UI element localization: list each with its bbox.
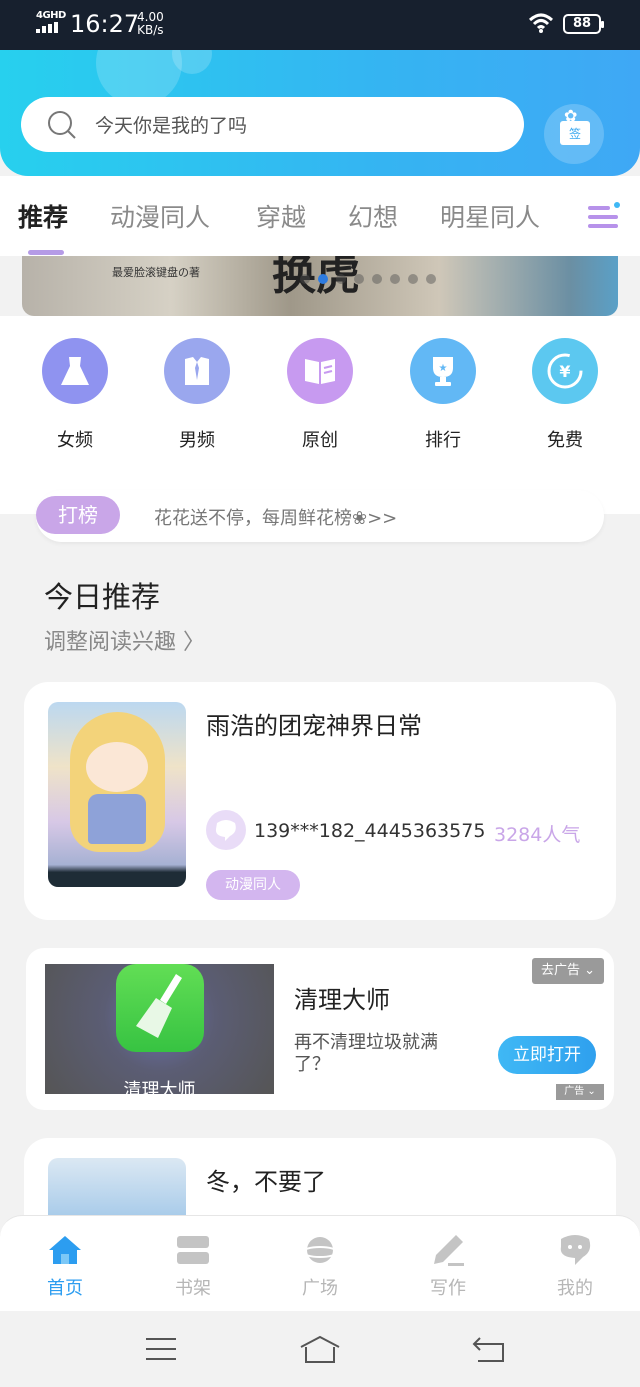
category-male[interactable]: 男频: [147, 338, 247, 452]
category-label: 免费: [547, 430, 583, 451]
search-bar[interactable]: 今天你是我的了吗: [21, 97, 524, 152]
nav-label: 广场: [302, 1278, 338, 1299]
category-label: 排行: [425, 430, 461, 451]
carousel-dot: [336, 274, 346, 284]
category-tabs: 推荐 动漫同人 穿越 幻想 明星同人: [0, 176, 640, 256]
carousel-dot: [372, 274, 382, 284]
banner-caption: 最爱脸滚键盘の著: [112, 266, 200, 279]
ad-title: 清理大师: [294, 986, 390, 1014]
book-title: 雨浩的团宠神界日常: [206, 712, 422, 740]
open-now-button[interactable]: 立即打开: [498, 1036, 596, 1074]
gift-icon: 签: [560, 121, 590, 145]
bookshelf-icon: [148, 1232, 238, 1268]
status-bar: 4GHD 16:27 4.00 KB/s 88: [0, 0, 640, 50]
carousel-dot: [426, 274, 436, 284]
carousel-dot: [390, 274, 400, 284]
menu-icon[interactable]: [588, 202, 622, 232]
clock: 16:27: [70, 10, 140, 38]
carousel-dot: [300, 274, 310, 284]
nav-label: 书架: [175, 1278, 211, 1299]
nav-label: 我的: [557, 1278, 593, 1299]
nav-home[interactable]: 首页: [20, 1232, 110, 1300]
nav-label: 写作: [430, 1278, 466, 1299]
nav-write[interactable]: 写作: [403, 1232, 493, 1300]
nav-square[interactable]: 广场: [275, 1232, 365, 1300]
flower-rank-banner[interactable]: 打榜 花花送不停，每周鲜花榜❀>>: [36, 490, 604, 542]
nav-label: 首页: [47, 1278, 83, 1299]
dress-icon: [42, 338, 108, 404]
home-button-icon[interactable]: [298, 1335, 342, 1365]
pen-icon: [403, 1232, 493, 1268]
ad-image-text: 清理大师: [123, 1080, 196, 1094]
category-label: 女频: [57, 430, 93, 451]
signin-button[interactable]: ✿ 签: [544, 104, 604, 164]
broom-icon: [116, 964, 204, 1052]
carousel-dots: [300, 274, 436, 284]
search-icon: [48, 111, 76, 139]
carousel-dot: [354, 274, 364, 284]
svg-text:¥: ¥: [559, 362, 570, 381]
book-card[interactable]: 雨浩的团宠神界日常 139***182_4445363575 3284人气 动漫…: [24, 682, 616, 920]
ad-card[interactable]: 清理大师 去广告 ⌄ 清理大师 再不清理垃圾就满了？ 立即打开 广告 ⌄: [26, 948, 614, 1110]
bottom-nav: 首页 书架 广场 写作 我的: [0, 1215, 640, 1311]
home-icon: [20, 1232, 110, 1268]
ad-mark: 广告 ⌄: [556, 1084, 604, 1100]
shirt-icon: [164, 338, 230, 404]
category-original[interactable]: 原创: [270, 338, 370, 452]
tab-indicator: [28, 250, 64, 255]
category-panel: 女频 男频 原创 ★ 排行 ¥ 免费: [0, 316, 640, 514]
ad-image: 清理大师: [45, 964, 274, 1094]
category-label: 男频: [179, 430, 215, 451]
wifi-icon: [528, 13, 554, 33]
tab-fantasy[interactable]: 幻想: [348, 198, 398, 234]
chat-bubble-icon: [215, 820, 236, 841]
tab-recommend[interactable]: 推荐: [18, 198, 68, 234]
tab-celebrity-fanfic[interactable]: 明星同人: [440, 198, 540, 234]
banner-carousel[interactable]: 换虎 最爱脸滚键盘の著: [22, 256, 618, 316]
carousel-dot-active: [318, 274, 328, 284]
book-tag[interactable]: 动漫同人: [206, 870, 300, 900]
svg-text:★: ★: [439, 363, 448, 374]
ad-description: 再不清理垃圾就满了？: [294, 1032, 438, 1075]
book-icon: [287, 338, 353, 404]
tab-time-travel[interactable]: 穿越: [256, 198, 306, 234]
author-name: 139***182_4445363575: [254, 820, 486, 842]
carousel-dot: [408, 274, 418, 284]
nav-bookshelf[interactable]: 书架: [148, 1232, 238, 1300]
rank-text: 花花送不停，每周鲜花榜❀>>: [154, 508, 398, 529]
remove-ad-button[interactable]: 去广告 ⌄: [532, 958, 604, 984]
network-type: 4GHD: [36, 10, 66, 21]
menu-icon[interactable]: [145, 1335, 177, 1363]
adjust-interest-link[interactable]: 调整阅读兴趣 〉: [44, 624, 205, 656]
header: 今天你是我的了吗 ✿ 签: [0, 50, 640, 176]
category-ranking[interactable]: ★ 排行: [393, 338, 493, 452]
signin-label: 签: [568, 127, 581, 141]
nav-mine[interactable]: 我的: [530, 1232, 620, 1300]
network-speed: 4.00 KB/s: [137, 10, 164, 37]
yuan-icon: ¥: [532, 338, 598, 404]
book-title: 冬，不要了: [206, 1168, 326, 1196]
rank-badge: 打榜: [36, 496, 120, 534]
battery-icon: 88: [563, 14, 604, 34]
section-title: 今日推荐: [44, 580, 161, 614]
category-free[interactable]: ¥ 免费: [515, 338, 615, 452]
system-nav: [0, 1311, 640, 1387]
back-icon[interactable]: [472, 1335, 506, 1363]
planet-icon: [275, 1232, 365, 1268]
search-input[interactable]: 今天你是我的了吗: [95, 111, 247, 138]
tab-anime-fanfic[interactable]: 动漫同人: [110, 198, 210, 234]
category-label: 原创: [302, 430, 338, 451]
book-cover: [48, 702, 186, 887]
author-avatar: [206, 810, 246, 850]
category-female[interactable]: 女频: [25, 338, 125, 452]
chat-bubble-icon: [530, 1232, 620, 1268]
signal-icon: [36, 22, 58, 33]
trophy-icon: ★: [410, 338, 476, 404]
popularity: 3284人气: [494, 824, 581, 846]
